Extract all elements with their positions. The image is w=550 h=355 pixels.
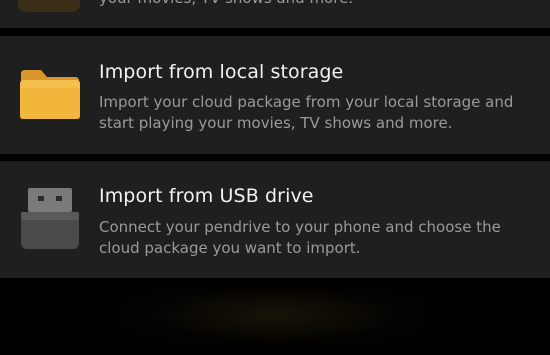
- usb-drive-icon: [20, 188, 80, 250]
- card-title: Import from local storage: [99, 61, 344, 83]
- import-option-card-usb-drive[interactable]: Import from USB drive Connect your pendr…: [0, 161, 550, 278]
- background-glow: [120, 282, 430, 348]
- import-option-card-cloud[interactable]: your movies, TV shows and more.: [0, 0, 550, 28]
- card-description: your movies, TV shows and more.: [99, 0, 539, 9]
- import-option-card-local-storage[interactable]: Import from local storage Import your cl…: [0, 36, 550, 154]
- card-description: Import your cloud package from your loca…: [99, 93, 514, 132]
- cloud-icon: [18, 0, 80, 12]
- card-title: Import from USB drive: [99, 185, 314, 207]
- card-description: Connect your pendrive to your phone and …: [99, 218, 501, 257]
- folder-icon: [19, 68, 81, 120]
